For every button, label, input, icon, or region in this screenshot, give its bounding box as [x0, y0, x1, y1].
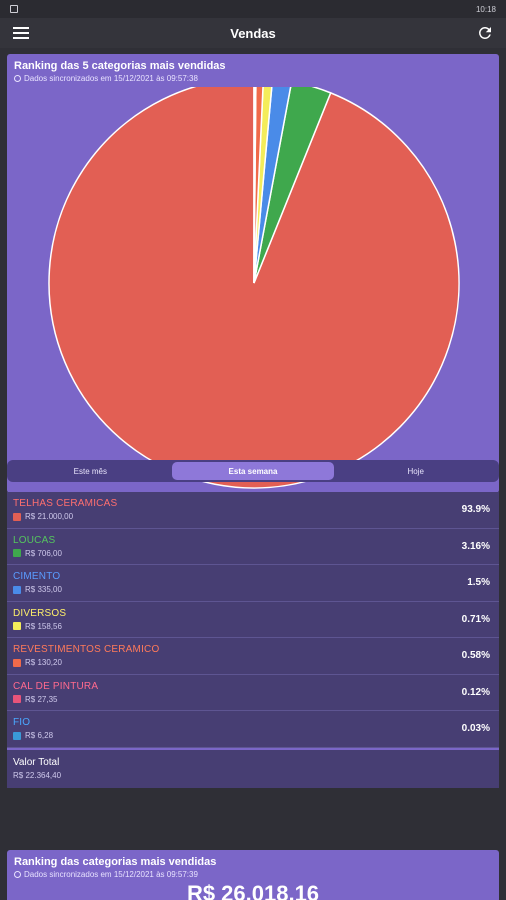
total-label: Valor Total [13, 756, 60, 768]
ranking-title: Ranking das categorias mais vendidas [14, 856, 217, 868]
category-name: CAL DE PINTURA [13, 680, 99, 692]
list-item[interactable]: CIMENTO R$ 335,00 1.5% [7, 565, 499, 602]
pie-chart [7, 87, 499, 492]
top5-title: Ranking das 5 categorias mais vendidas [14, 60, 226, 72]
total-value: R$ 22.364,40 [13, 770, 62, 780]
status-bar: 10:18 [0, 0, 506, 18]
color-swatch [13, 622, 21, 631]
menu-icon[interactable] [10, 22, 32, 44]
category-value: R$ 706,00 [25, 548, 62, 558]
tab-este-mes[interactable]: Este mês [9, 462, 172, 480]
category-value: R$ 6,28 [25, 731, 54, 741]
category-name: CIMENTO [13, 571, 61, 583]
category-name: LOUCAS [13, 534, 56, 546]
color-swatch [13, 585, 21, 594]
list-item[interactable]: REVESTIMENTOS CERAMICO R$ 130,20 0.58% [7, 638, 499, 675]
sync-text: Dados sincronizados em 15/12/2021 às 09:… [24, 74, 198, 83]
category-value: R$ 158,56 [25, 621, 62, 631]
tab-esta-semana[interactable]: Esta semana [171, 462, 335, 480]
tab-hoje[interactable]: Hoje [334, 462, 497, 480]
list-item[interactable]: LOUCAS R$ 706,00 3.16% [7, 529, 499, 565]
category-percent: 3.16% [461, 540, 490, 552]
color-swatch [13, 549, 21, 558]
category-percent: 0.12% [461, 686, 490, 698]
color-swatch [13, 658, 21, 667]
app-bar: Vendas [0, 18, 506, 48]
ranking-card: Ranking das categorias mais vendidas Dad… [7, 850, 499, 900]
top5-card: Ranking das 5 categorias mais vendidas D… [7, 54, 499, 493]
sync-text-2: Dados sincronizados em 15/12/2021 às 09:… [24, 870, 198, 879]
status-time: 10:18 [475, 4, 496, 14]
refresh-icon[interactable] [474, 22, 496, 44]
sim-icon [10, 5, 18, 13]
category-name: DIVERSOS [13, 607, 67, 619]
color-swatch [13, 695, 21, 704]
category-percent: 0.71% [461, 613, 490, 625]
category-percent: 0.58% [461, 650, 490, 662]
category-name: TELHAS CERAMICAS [13, 498, 118, 510]
list-item[interactable]: FIO R$ 6,28 0.03% [7, 711, 499, 748]
category-name: REVESTIMENTOS CERAMICO [13, 644, 160, 656]
sync-info: Dados sincronizados em 15/12/2021 às 09:… [14, 74, 492, 83]
clock-icon [14, 871, 21, 878]
color-swatch [13, 512, 21, 521]
sync-info-2: Dados sincronizados em 15/12/2021 às 09:… [14, 870, 492, 879]
ranking-amount: R$ 26.018,16 [186, 881, 320, 900]
category-percent: 93.9% [461, 504, 490, 516]
category-value: R$ 21.000,00 [25, 512, 74, 522]
category-percent: 1.5% [467, 577, 490, 589]
category-value: R$ 130,20 [25, 658, 62, 668]
period-selector: Este mês Esta semana Hoje [7, 460, 499, 482]
category-percent: 0.03% [461, 723, 490, 735]
pie-chart-svg [48, 87, 460, 489]
category-value: R$ 335,00 [25, 585, 62, 595]
page-title: Vendas [230, 25, 276, 41]
category-list: TELHAS CERAMICAS R$ 21.000,00 93.9% LOUCAS R… [7, 492, 499, 748]
category-name: FIO [13, 717, 31, 729]
list-item[interactable]: CAL DE PINTURA R$ 27,35 0.12% [7, 675, 499, 711]
color-swatch [13, 731, 21, 740]
list-item[interactable]: DIVERSOS R$ 158,56 0.71% [7, 602, 499, 638]
list-item[interactable]: TELHAS CERAMICAS R$ 21.000,00 93.9% [7, 492, 499, 529]
category-value: R$ 27,35 [25, 694, 58, 704]
clock-icon [14, 75, 21, 82]
total-section: Valor Total R$ 22.364,40 [7, 747, 499, 788]
